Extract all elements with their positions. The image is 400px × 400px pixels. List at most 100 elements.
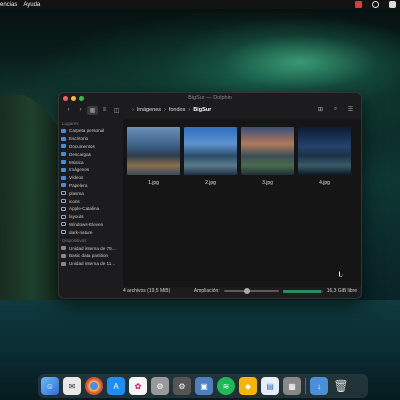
sidebar-item-drive[interactable]: Basic data partition xyxy=(61,252,121,260)
sidebar-item-label: Apple-Catalina xyxy=(69,206,100,212)
file-view[interactable]: 1.jpg 2.jpg 3.jpg 4.jpg xyxy=(123,119,361,287)
file-name[interactable]: 2.jpg xyxy=(184,180,237,186)
split-view-button[interactable]: ◫ xyxy=(111,106,122,115)
control-center-icon[interactable] xyxy=(389,1,396,8)
free-space-bar xyxy=(282,289,323,293)
sidebar-item-label: layouts xyxy=(69,214,84,220)
breadcrumb: › Imágenes › fondos › BigSur xyxy=(129,107,211,113)
icons-view-button[interactable]: ▦ xyxy=(87,105,98,115)
photos-icon[interactable]: ✿ xyxy=(129,377,147,395)
folder-icon xyxy=(61,191,66,196)
folder-icon xyxy=(61,230,66,235)
sidebar-item-apple-catalina[interactable]: Apple-Catalina xyxy=(61,205,121,213)
spotify-icon[interactable]: ≋ xyxy=(217,377,235,395)
sidebar-item-label: Unidad interna de 11... xyxy=(69,261,116,267)
maximize-button[interactable] xyxy=(79,96,84,101)
document-icon[interactable]: ▤ xyxy=(261,377,279,395)
breadcrumb-item[interactable]: Imágenes xyxy=(137,107,161,113)
breadcrumb-current[interactable]: BigSur xyxy=(193,107,211,113)
file-name[interactable]: 3.jpg xyxy=(241,180,294,186)
sidebar-item-drive[interactable]: Unidad interna de 11... xyxy=(61,260,121,268)
sidebar-item-documents[interactable]: Documentos xyxy=(61,143,121,151)
places-heading: Lugares xyxy=(62,121,79,126)
sidebar-item-label: Vídeos xyxy=(69,175,84,181)
sidebar-item-music[interactable]: Música xyxy=(61,158,121,166)
sidebar-item-dark-nature[interactable]: dark-nature xyxy=(61,228,121,236)
menu-item-ayuda[interactable]: Ayuda xyxy=(23,2,40,8)
sidebar-item-drive[interactable]: Unidad interna de 79.... xyxy=(61,244,121,252)
dolphin-window: BigSur — Dolphin ‹ › ▦ ≡ ◫ › Imágenes › … xyxy=(58,92,362,299)
sidebar-item-label: dark-nature xyxy=(69,229,93,235)
sidebar-item-label: Documentos xyxy=(69,143,95,149)
calculator-icon[interactable]: ▦ xyxy=(283,377,301,395)
image-viewer-icon[interactable]: ▣ xyxy=(195,377,213,395)
documents-folder-icon xyxy=(61,144,66,149)
places-sidebar: Lugares Carpeta personal Escritorio Docu… xyxy=(59,119,121,289)
window-title: BigSur — Dolphin xyxy=(188,95,232,101)
zoom-slider[interactable] xyxy=(223,287,279,294)
search-icon[interactable]: ⌕ xyxy=(330,105,341,114)
mouse-cursor-icon xyxy=(339,271,343,277)
sidebar-item-label: Carpeta personal xyxy=(69,128,105,134)
chrome-icon[interactable] xyxy=(85,377,103,395)
chevron-right-icon: › xyxy=(132,107,134,113)
breadcrumb-item[interactable]: fondos xyxy=(169,107,186,113)
file-thumbnail[interactable] xyxy=(298,127,351,175)
sidebar-item-pictures[interactable]: Imágenes xyxy=(61,166,121,174)
sidebar-item-videos[interactable]: Vídeos xyxy=(61,174,121,182)
menu-item[interactable]: encias xyxy=(0,2,17,8)
sidebar-item-icons[interactable]: icons xyxy=(61,197,121,205)
chevron-right-icon: › xyxy=(188,107,191,113)
record-icon[interactable] xyxy=(355,1,362,8)
sidebar-item-layouts[interactable]: layouts xyxy=(61,213,121,221)
sidebar-item-label: Imágenes xyxy=(69,167,90,173)
sidebar-item-windows-eleven[interactable]: Windows-Eleven xyxy=(61,221,121,229)
trash-icon[interactable]: 🗑 xyxy=(332,377,350,395)
sidebar-item-home[interactable]: Carpeta personal xyxy=(61,127,121,135)
file-thumbnail[interactable] xyxy=(184,127,237,175)
dock: ☺ ✉ A ✿ ⚙ ⚙ ▣ ≋ ◆ ▤ ▦ ↓ 🗑 xyxy=(38,374,368,398)
forward-button[interactable]: › xyxy=(75,106,86,115)
system-prefs-icon[interactable]: ⚙ xyxy=(173,377,191,395)
status-summary: 4 archivos (19,5 MiB) xyxy=(123,288,171,294)
sidebar-item-desktop[interactable]: Escritorio xyxy=(61,135,121,143)
app-store-icon[interactable]: A xyxy=(107,377,125,395)
sidebar-item-label: Descargas xyxy=(69,151,91,157)
file-name[interactable]: 1.jpg xyxy=(127,180,180,186)
sidebar-item-label: Música xyxy=(69,159,84,165)
new-tab-icon[interactable]: ⊞ xyxy=(315,105,326,114)
finder-icon[interactable]: ☺ xyxy=(41,377,59,395)
sidebar-item-downloads[interactable]: Descargas xyxy=(61,150,121,158)
drive-icon xyxy=(61,253,66,258)
minimize-button[interactable] xyxy=(71,96,76,101)
drive-icon xyxy=(61,246,66,251)
sidebar-item-label: Windows-Eleven xyxy=(69,221,104,227)
sidebar-item-plasma[interactable]: plasma xyxy=(61,189,121,197)
sidebar-item-trash[interactable]: Papelera xyxy=(61,182,121,190)
sketch-icon[interactable]: ◆ xyxy=(239,377,257,395)
file-name[interactable]: 4.jpg xyxy=(298,180,351,186)
sidebar-item-label: plasma xyxy=(69,190,84,196)
sidebar-item-label: Papelera xyxy=(69,182,88,188)
desktop-folder-icon xyxy=(61,136,66,141)
videos-folder-icon xyxy=(61,175,66,180)
menu-icon[interactable]: ☰ xyxy=(345,105,356,114)
toolbar: ‹ › ▦ ≡ ◫ › Imágenes › fondos › BigSur ⊞… xyxy=(59,104,361,116)
pictures-folder-icon xyxy=(61,167,66,172)
sync-icon[interactable] xyxy=(372,1,379,8)
file-thumbnail[interactable] xyxy=(241,127,294,175)
chevron-right-icon: › xyxy=(164,107,166,113)
sidebar-item-label: Escritorio xyxy=(69,136,89,142)
details-view-button[interactable]: ≡ xyxy=(99,106,110,115)
back-button[interactable]: ‹ xyxy=(63,106,74,115)
folder-icon xyxy=(61,214,66,219)
settings-icon[interactable]: ⚙ xyxy=(151,377,169,395)
menu-bar: encias Ayuda xyxy=(0,0,400,9)
file-thumbnail[interactable] xyxy=(127,127,180,175)
chat-icon[interactable]: ✉ xyxy=(63,377,81,395)
trash-icon xyxy=(61,183,66,188)
downloads-folder-icon[interactable]: ↓ xyxy=(310,377,328,395)
downloads-folder-icon xyxy=(61,152,66,157)
close-button[interactable] xyxy=(63,96,68,101)
zoom-slider-handle[interactable] xyxy=(243,287,250,294)
